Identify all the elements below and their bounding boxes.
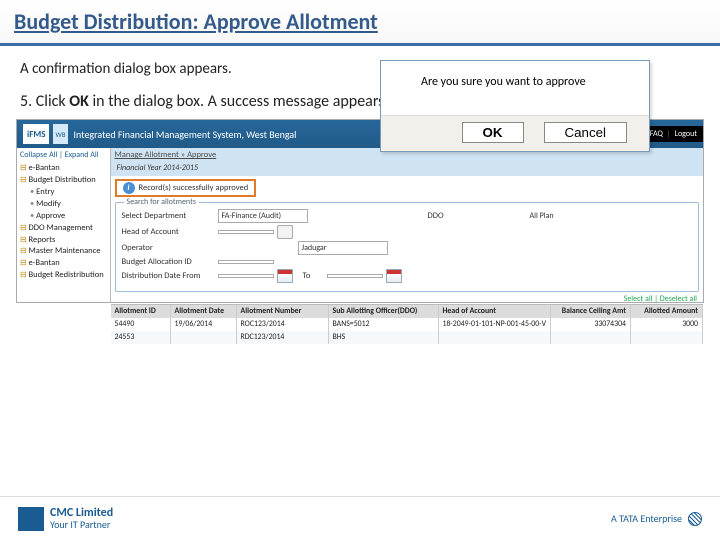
tree-entry[interactable]: Entry [20,187,107,199]
tree-ebantan2[interactable]: e-Bantan [20,258,107,270]
alloc-input[interactable] [218,260,274,264]
date-from-label: Distribution Date From [122,271,218,281]
grid-header: Allotment IDAllotment DateAllotment Numb… [111,305,703,318]
grid-actions[interactable]: Select all | Deselect all [111,294,703,304]
fin-year: Financial Year 2014-2015 [111,162,703,176]
app-logo: iFMS [23,124,49,144]
menu-logout[interactable]: Logout [675,129,697,139]
date-to-input[interactable] [327,274,383,278]
hoa-input[interactable] [218,230,274,234]
table-row[interactable]: 5449019/06/2014ROC123/2014BANS=501218-20… [111,318,703,331]
info-icon: i [123,182,135,194]
tree-ddo[interactable]: DDO Management [20,223,107,235]
success-message: i Record(s) successfully approved [115,179,257,197]
results-grid: Allotment IDAllotment DateAllotment Numb… [111,304,703,344]
date-to-label: To [303,271,327,281]
ddo-label: DDO [428,211,524,221]
hoa-label: Head of Account [122,227,218,237]
tata-logo-icon [688,512,702,526]
confirm-dialog: Are you sure you want to approve OK Canc… [380,60,650,152]
tree-reports[interactable]: Reports [20,235,107,247]
tata-brand: A TATA Enterprise [611,512,702,526]
tree-approve[interactable]: Approve [20,211,107,223]
table-row[interactable]: 24553RDC123/2014BHS [111,331,703,344]
ok-button[interactable]: OK [462,122,524,143]
tree-budget-dist[interactable]: Budget Distribution [20,175,107,187]
magnifier-icon[interactable] [277,225,293,239]
tree-redist[interactable]: Budget Redistribution [20,270,107,282]
ddo-value: All Plan [530,211,554,221]
tree-ebantan[interactable]: e-Bantan [20,163,107,175]
calendar-icon[interactable] [277,269,293,283]
calendar-icon-2[interactable] [386,269,402,283]
app-logo-suffix: WB [53,124,67,144]
dialog-message: Are you sure you want to approve [381,61,649,116]
fieldset-legend: Search for allotments [124,197,199,207]
search-fieldset: Search for allotments Select Department … [115,202,699,292]
cancel-button[interactable]: Cancel [544,122,628,143]
slide-title: Budget Distribution: Approve Allotment [0,0,720,46]
alloc-label: Budget Allocation ID [122,257,218,267]
tree-master[interactable]: Master Maintenance [20,246,107,258]
menu-faq[interactable]: FAQ [650,129,663,139]
sidebar-toolbar[interactable]: Collapse All | Expand All [20,150,107,161]
slide-footer: CMC LimitedYour IT Partner A TATA Enterp… [0,496,720,540]
tree-modify[interactable]: Modify [20,199,107,211]
dept-select[interactable]: FA-Finance (Audit) [218,209,308,223]
date-from-input[interactable] [218,274,274,278]
op-select[interactable]: Jadugar [298,241,388,255]
cmc-mark-icon [18,507,44,531]
sidebar: Collapse All | Expand All e-Bantan Budge… [17,148,111,302]
op-label: Operator [122,243,218,253]
cmc-logo: CMC LimitedYour IT Partner [18,507,113,531]
dept-label: Select Department [122,211,218,221]
content-pane: Manage Allotment » Approve Financial Yea… [111,148,703,302]
